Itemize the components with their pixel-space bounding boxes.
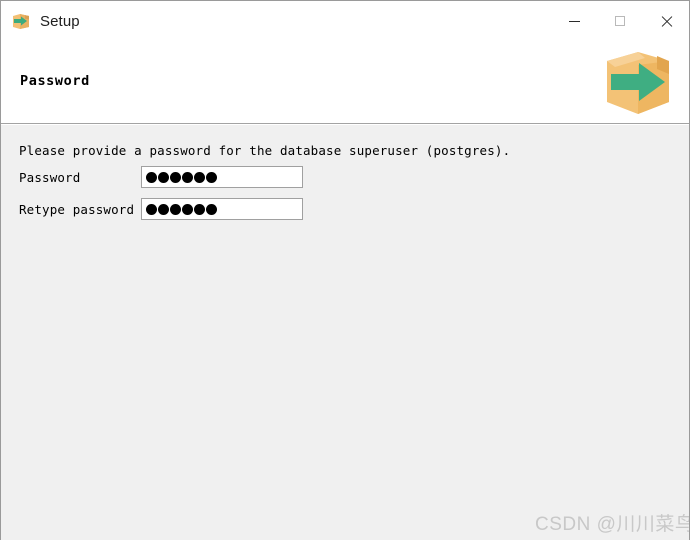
- wizard-header: Password: [1, 41, 689, 124]
- close-icon: [660, 15, 673, 28]
- window-controls: [551, 1, 689, 41]
- page-title: Password: [20, 73, 90, 89]
- instruction-text: Please provide a password for the databa…: [19, 143, 511, 158]
- password-mask-dot: [206, 171, 217, 183]
- password-mask-dot: [182, 171, 193, 183]
- title-bar: Setup: [1, 1, 689, 41]
- password-mask-dot: [170, 171, 181, 183]
- password-label: Password: [19, 169, 81, 185]
- retype-password-mask-dot: [194, 203, 205, 215]
- retype-password-mask-dot: [206, 203, 217, 215]
- close-button[interactable]: [643, 1, 689, 41]
- retype-password-mask-dot: [170, 203, 181, 215]
- password-mask-dot: [194, 171, 205, 183]
- password-mask-dot: [158, 171, 169, 183]
- retype-password-mask-dot: [146, 203, 157, 215]
- retype-password-mask-dot: [182, 203, 193, 215]
- wizard-body: Please provide a password for the databa…: [1, 124, 689, 539]
- minimize-button[interactable]: [551, 1, 597, 41]
- password-mask-dot: [146, 171, 157, 183]
- installer-box-arrow-icon: [11, 11, 31, 31]
- minimize-icon: [568, 20, 580, 22]
- setup-wizard-window: Setup Password Please provide a password…: [0, 0, 690, 540]
- maximize-icon: [615, 16, 625, 26]
- password-field-row: Password: [19, 166, 303, 188]
- retype-password-label: Retype password: [19, 201, 135, 217]
- retype-password-mask-dot: [158, 203, 169, 215]
- retype-password-field[interactable]: [141, 198, 303, 220]
- password-field[interactable]: [141, 166, 303, 188]
- maximize-button[interactable]: [597, 1, 643, 41]
- retype-password-field-row: Retype password: [19, 198, 303, 220]
- window-title: Setup: [40, 12, 80, 30]
- installer-box-green-arrow-graphic: [595, 44, 681, 122]
